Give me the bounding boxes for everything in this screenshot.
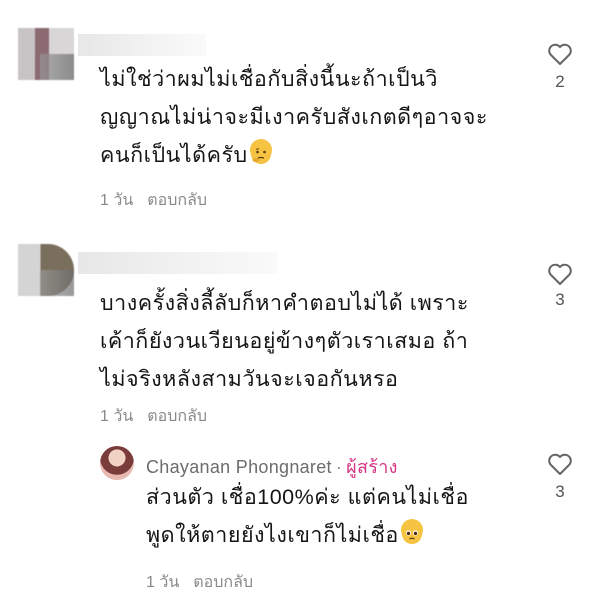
- timestamp: 1 วัน: [146, 574, 180, 591]
- avatar[interactable]: [18, 28, 74, 80]
- reply-meta: 1 วัน ตอบกลับ: [146, 570, 253, 595]
- comment-meta: 1 วัน ตอบกลับ: [100, 404, 207, 429]
- comment-meta: 1 วัน ตอบกลับ: [100, 188, 207, 213]
- reply-button[interactable]: ตอบกลับ: [193, 574, 253, 591]
- comment-line: ไม่ใช่ว่าผมไม่เชื่อกับสิ่งนี้นะถ้าเป็นวิ: [100, 67, 438, 91]
- thinking-face-icon: [249, 139, 272, 164]
- reply-button[interactable]: ตอบกลับ: [147, 192, 207, 209]
- comment-line: เค้าก็ยังวนเวียนอยู่ข้างๆตัวเราเสมอ ถ้า: [100, 329, 469, 353]
- pleading-face-icon: [400, 519, 423, 544]
- like-count: 2: [555, 72, 565, 91]
- heart-icon[interactable]: [547, 262, 573, 286]
- reply-line: ส่วนตัว เชื่อ100%ค่ะ แต่คนไม่เชื่อ: [146, 485, 469, 509]
- comment-line: ญญาณไม่น่าจะมีเงาครับสังเกตดีๆอาจจะ: [100, 105, 488, 129]
- comment-text: บางครั้งสิ่งลี้ลับก็หาคำตอบไม่ได้ เพราะ …: [100, 284, 469, 398]
- creator-avatar[interactable]: [100, 446, 134, 480]
- avatar[interactable]: [18, 244, 74, 296]
- heart-icon[interactable]: [547, 42, 573, 66]
- creator-badge: ผู้สร้าง: [346, 457, 398, 477]
- reply-line: พูดให้ตายยังไงเขาก็ไม่เชื่อ: [146, 516, 469, 554]
- creator-header: Chayanan Phongnaret · ผู้สร้าง: [146, 452, 398, 481]
- like-count: 3: [555, 290, 565, 309]
- separator: ·: [335, 457, 343, 477]
- timestamp: 1 วัน: [100, 408, 134, 425]
- comment-line: บางครั้งสิ่งลี้ลับก็หาคำตอบไม่ได้ เพราะ: [100, 291, 469, 315]
- like-count: 3: [555, 482, 565, 501]
- comment-line: คนก็เป็นได้ครับ: [100, 136, 488, 174]
- username-blurred[interactable]: [78, 252, 278, 274]
- reply-text: ส่วนตัว เชื่อ100%ค่ะ แต่คนไม่เชื่อ พูดให…: [146, 478, 469, 554]
- comment-text: ไม่ใช่ว่าผมไม่เชื่อกับสิ่งนี้นะถ้าเป็นวิ…: [100, 60, 488, 174]
- username-blurred[interactable]: [78, 34, 206, 56]
- reply-button[interactable]: ตอบกลับ: [147, 408, 207, 425]
- heart-icon[interactable]: [547, 452, 573, 476]
- creator-name[interactable]: Chayanan Phongnaret: [146, 457, 332, 477]
- comment-line: ไม่จริงหลังสามวันจะเจอกันหรอ: [100, 367, 399, 391]
- timestamp: 1 วัน: [100, 192, 134, 209]
